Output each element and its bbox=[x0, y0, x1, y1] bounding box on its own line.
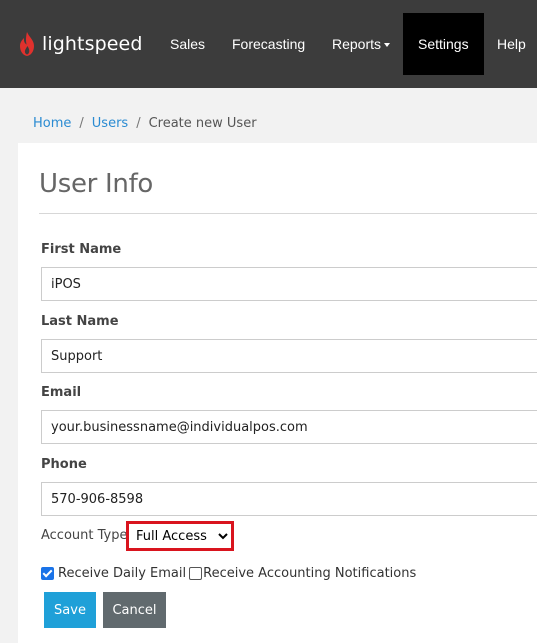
nav-reports[interactable]: Reports bbox=[332, 0, 391, 88]
brand-logo[interactable]: lightspeed bbox=[18, 28, 143, 60]
page-title: User Info bbox=[39, 169, 154, 199]
account-type-label: Account Type bbox=[41, 528, 128, 543]
receive-accounting-checkbox[interactable] bbox=[189, 567, 203, 580]
notification-options: Receive Daily Email Receive Accounting N… bbox=[41, 566, 416, 581]
receive-daily-email-label: Receive Daily Email bbox=[58, 566, 187, 581]
last-name-label: Last Name bbox=[41, 314, 119, 329]
cancel-button[interactable]: Cancel bbox=[103, 592, 166, 628]
save-button[interactable]: Save bbox=[44, 592, 96, 628]
last-name-field[interactable] bbox=[41, 339, 537, 373]
title-divider bbox=[39, 213, 537, 214]
account-type-select[interactable]: Full Access bbox=[129, 524, 231, 548]
first-name-label: First Name bbox=[41, 242, 122, 257]
nav-reports-label: Reports bbox=[332, 36, 382, 52]
brand-name: lightspeed bbox=[42, 33, 143, 55]
nav-forecasting-label: Forecasting bbox=[232, 36, 306, 52]
top-navbar: lightspeed Sales Forecasting Reports Set… bbox=[0, 0, 537, 88]
breadcrumb-separator: / bbox=[136, 116, 141, 131]
email-label: Email bbox=[41, 385, 82, 400]
nav-settings[interactable]: Settings bbox=[403, 13, 484, 75]
breadcrumb-users[interactable]: Users bbox=[92, 116, 128, 131]
nav-settings-label: Settings bbox=[418, 36, 469, 52]
nav-help-label: Help bbox=[497, 36, 526, 52]
breadcrumb: Home / Users / Create new User bbox=[33, 116, 257, 131]
first-name-field[interactable] bbox=[41, 267, 537, 301]
breadcrumb-current: Create new User bbox=[148, 116, 257, 131]
user-form-panel: User Info First Name Last Name Email Pho… bbox=[18, 143, 537, 643]
receive-accounting-label: Receive Accounting Notifications bbox=[203, 566, 417, 581]
email-field[interactable] bbox=[41, 410, 537, 444]
nav-help[interactable]: Help bbox=[497, 0, 526, 88]
phone-field[interactable] bbox=[41, 482, 537, 516]
phone-label: Phone bbox=[41, 457, 87, 472]
flame-icon bbox=[18, 31, 36, 57]
receive-daily-email-checkbox[interactable] bbox=[41, 567, 54, 580]
account-type-highlight: Full Access bbox=[126, 521, 234, 551]
caret-down-icon bbox=[384, 42, 391, 47]
nav-sales-label: Sales bbox=[170, 36, 206, 52]
breadcrumb-separator: / bbox=[79, 116, 84, 131]
nav-sales[interactable]: Sales bbox=[170, 0, 205, 88]
nav-forecasting[interactable]: Forecasting bbox=[232, 0, 305, 88]
breadcrumb-home[interactable]: Home bbox=[33, 116, 71, 131]
